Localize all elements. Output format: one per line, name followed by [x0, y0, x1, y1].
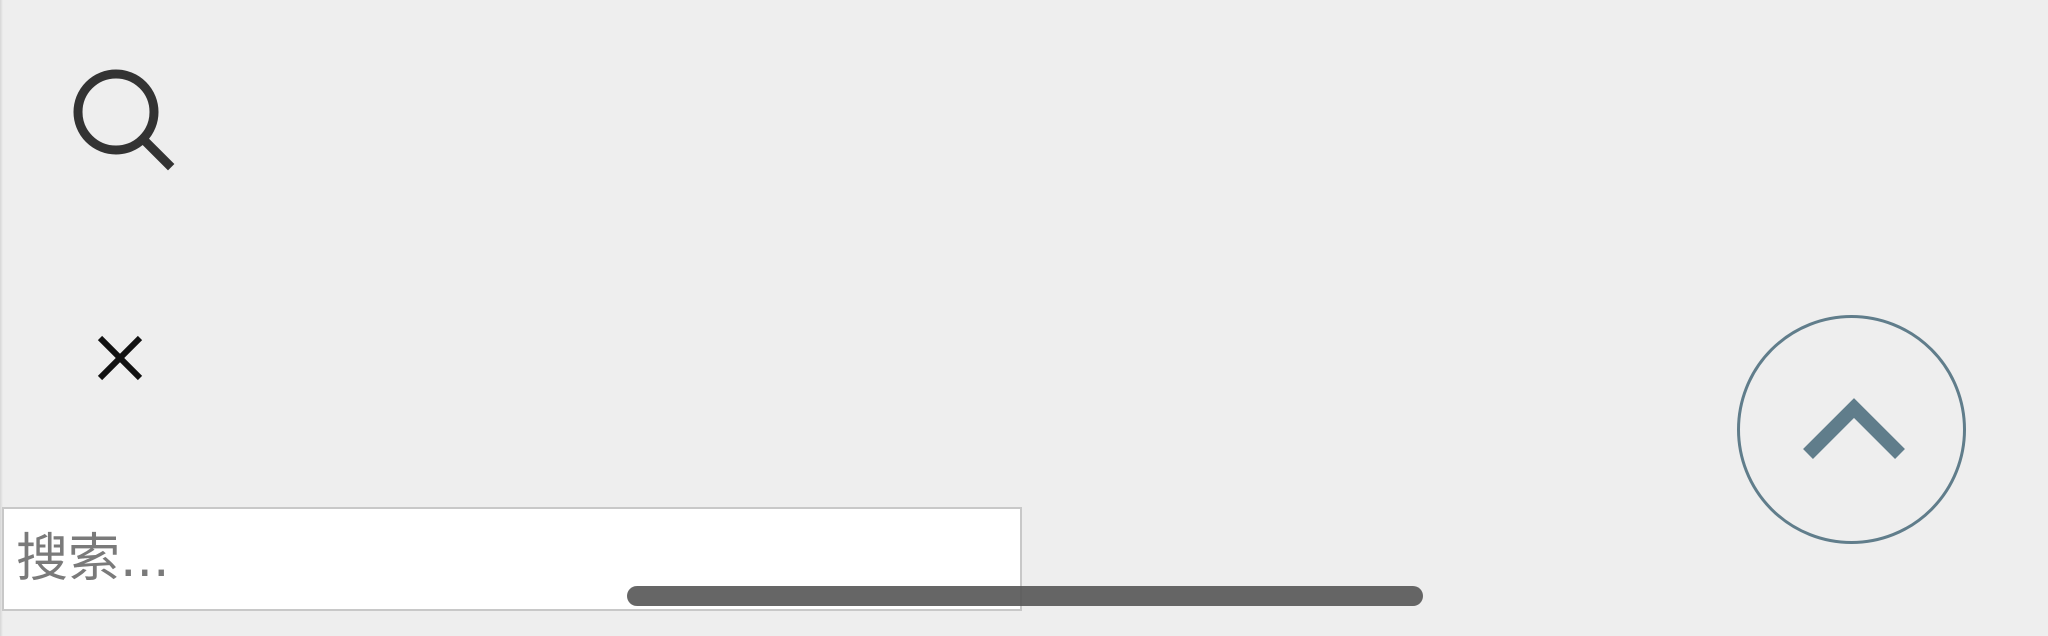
horizontal-scroll-indicator[interactable] [627, 586, 1423, 606]
search-overlay-screen [0, 0, 2048, 636]
close-icon[interactable] [94, 332, 146, 384]
back-to-top-button[interactable] [1737, 315, 1966, 544]
chevron-up-icon [1803, 398, 1905, 459]
search-icon[interactable] [68, 64, 176, 172]
